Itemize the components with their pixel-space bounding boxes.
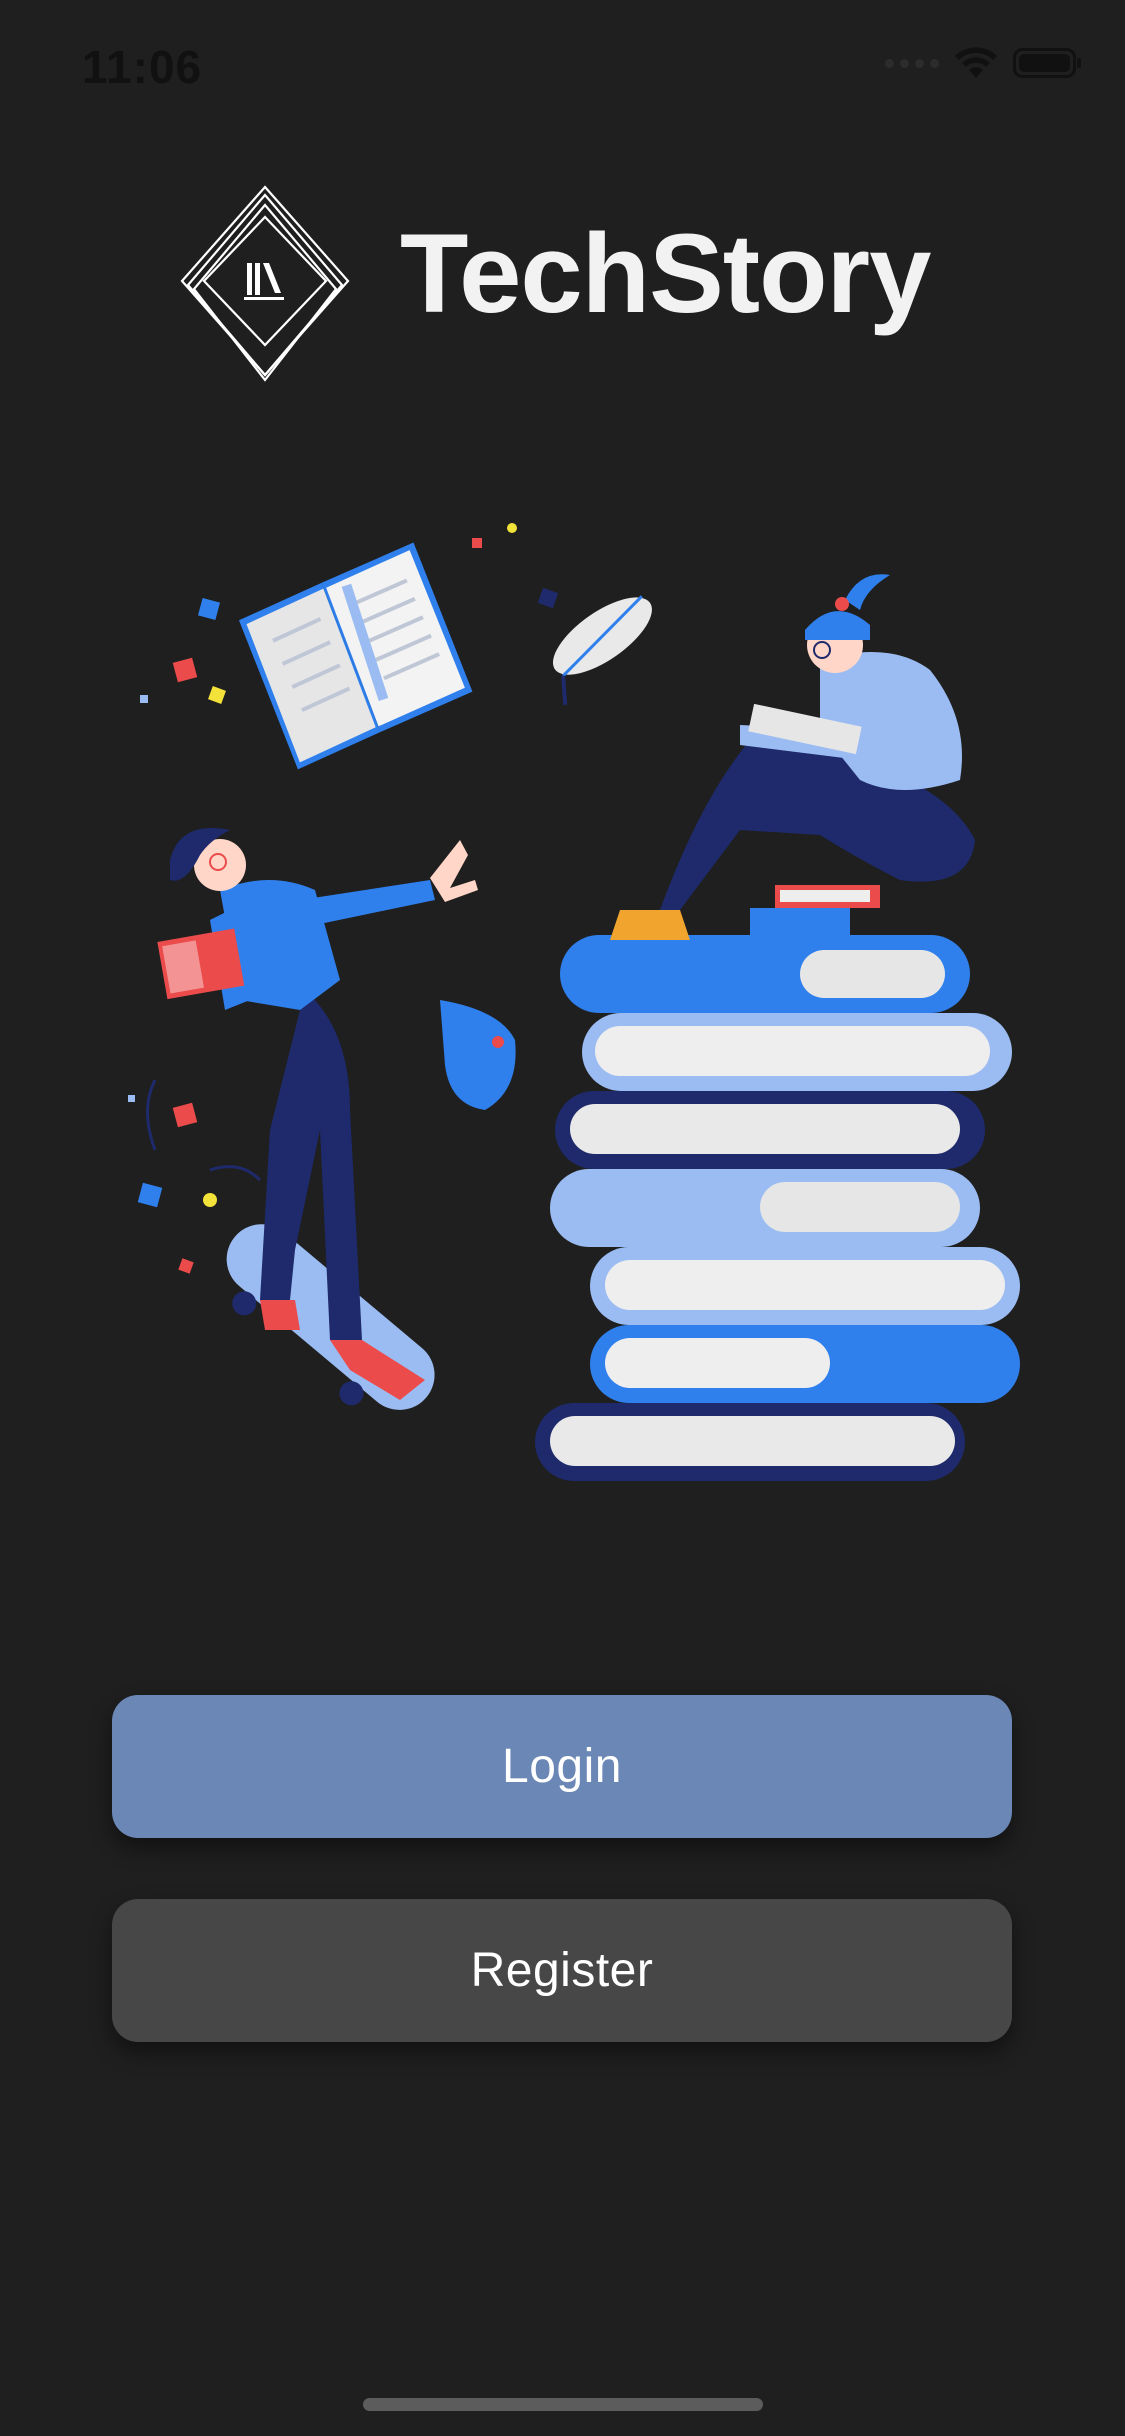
hero-illustration	[100, 510, 1040, 1510]
app-title: TechStory	[400, 211, 931, 336]
app-logo	[180, 185, 350, 385]
wifi-icon	[955, 47, 997, 78]
status-bar: 11:06	[0, 0, 1125, 140]
cellular-signal-icon	[885, 58, 939, 68]
home-indicator[interactable]	[363, 2398, 763, 2411]
status-icons	[885, 46, 1083, 80]
login-button[interactable]: Login	[112, 1695, 1012, 1838]
books-diamond-logo-icon	[180, 185, 350, 382]
register-button[interactable]: Register	[112, 1899, 1012, 2042]
reading-people-illustration	[128, 523, 1020, 1481]
battery-icon	[1013, 48, 1081, 78]
status-time: 11:06	[82, 41, 203, 93]
